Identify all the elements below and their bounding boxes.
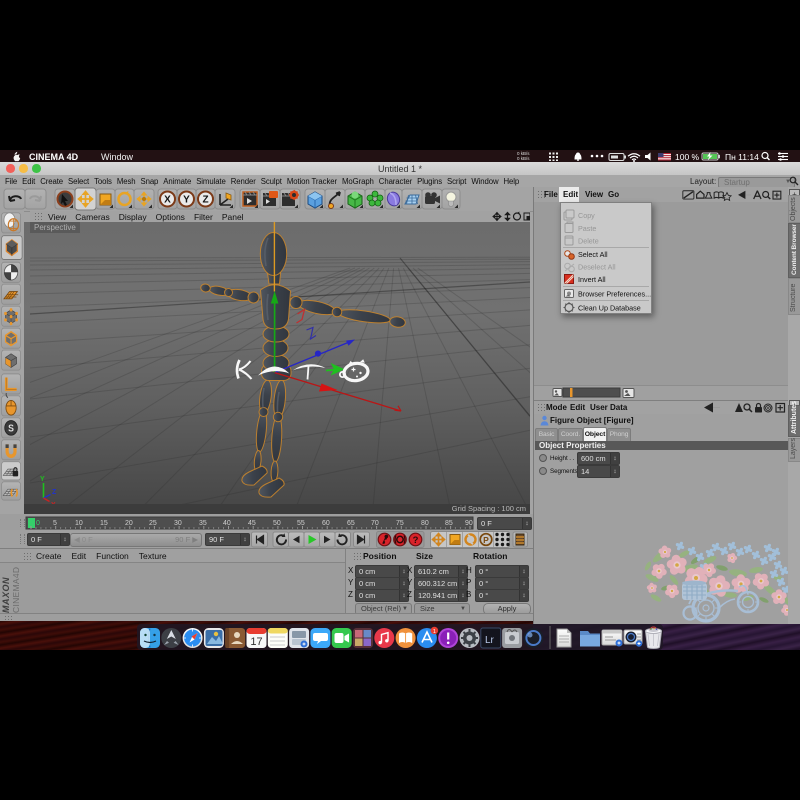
svg-text:X: X [164, 195, 171, 206]
svg-text:50: 50 [273, 520, 281, 527]
svg-text:35: 35 [199, 520, 207, 527]
svg-text:Deselect All: Deselect All [578, 263, 616, 272]
svg-text:15: 15 [100, 520, 108, 527]
svg-text:Copy: Copy [578, 211, 595, 220]
svg-text:Paste: Paste [578, 224, 596, 233]
svg-text:Select All: Select All [578, 250, 608, 259]
svg-text:45: 45 [248, 520, 256, 527]
svg-text:Y: Y [183, 195, 190, 206]
svg-text:Clean Up Database: Clean Up Database [578, 304, 641, 313]
svg-text:80: 80 [421, 520, 429, 527]
svg-text:Y: Y [40, 476, 45, 483]
svg-text:65: 65 [347, 520, 355, 527]
svg-text:20: 20 [125, 520, 133, 527]
svg-text:10: 10 [75, 520, 83, 527]
svg-text:1: 1 [433, 629, 436, 635]
svg-text:S: S [8, 422, 14, 434]
svg-text:Invert All: Invert All [578, 275, 606, 284]
svg-text:25: 25 [149, 520, 157, 527]
svg-text:Z: Z [202, 195, 208, 206]
svg-text:90: 90 [465, 520, 473, 527]
svg-text:5: 5 [53, 520, 57, 527]
svg-text:Lr: Lr [485, 635, 495, 646]
svg-text:Delete: Delete [578, 237, 599, 246]
svg-text:55: 55 [297, 520, 305, 527]
svg-text:75: 75 [396, 520, 404, 527]
svg-text:70: 70 [371, 520, 379, 527]
svg-text:60: 60 [322, 520, 330, 527]
svg-text:Browser Preferences...: Browser Preferences... [578, 290, 651, 299]
svg-text:17: 17 [250, 636, 262, 648]
svg-text:40: 40 [223, 520, 231, 527]
svg-text:?: ? [413, 535, 419, 546]
svg-text:85: 85 [445, 520, 453, 527]
svg-text:0: 0 [36, 520, 40, 527]
svg-text:30: 30 [174, 520, 182, 527]
svg-text:Z: Z [52, 489, 57, 496]
svg-text:P: P [483, 535, 489, 545]
